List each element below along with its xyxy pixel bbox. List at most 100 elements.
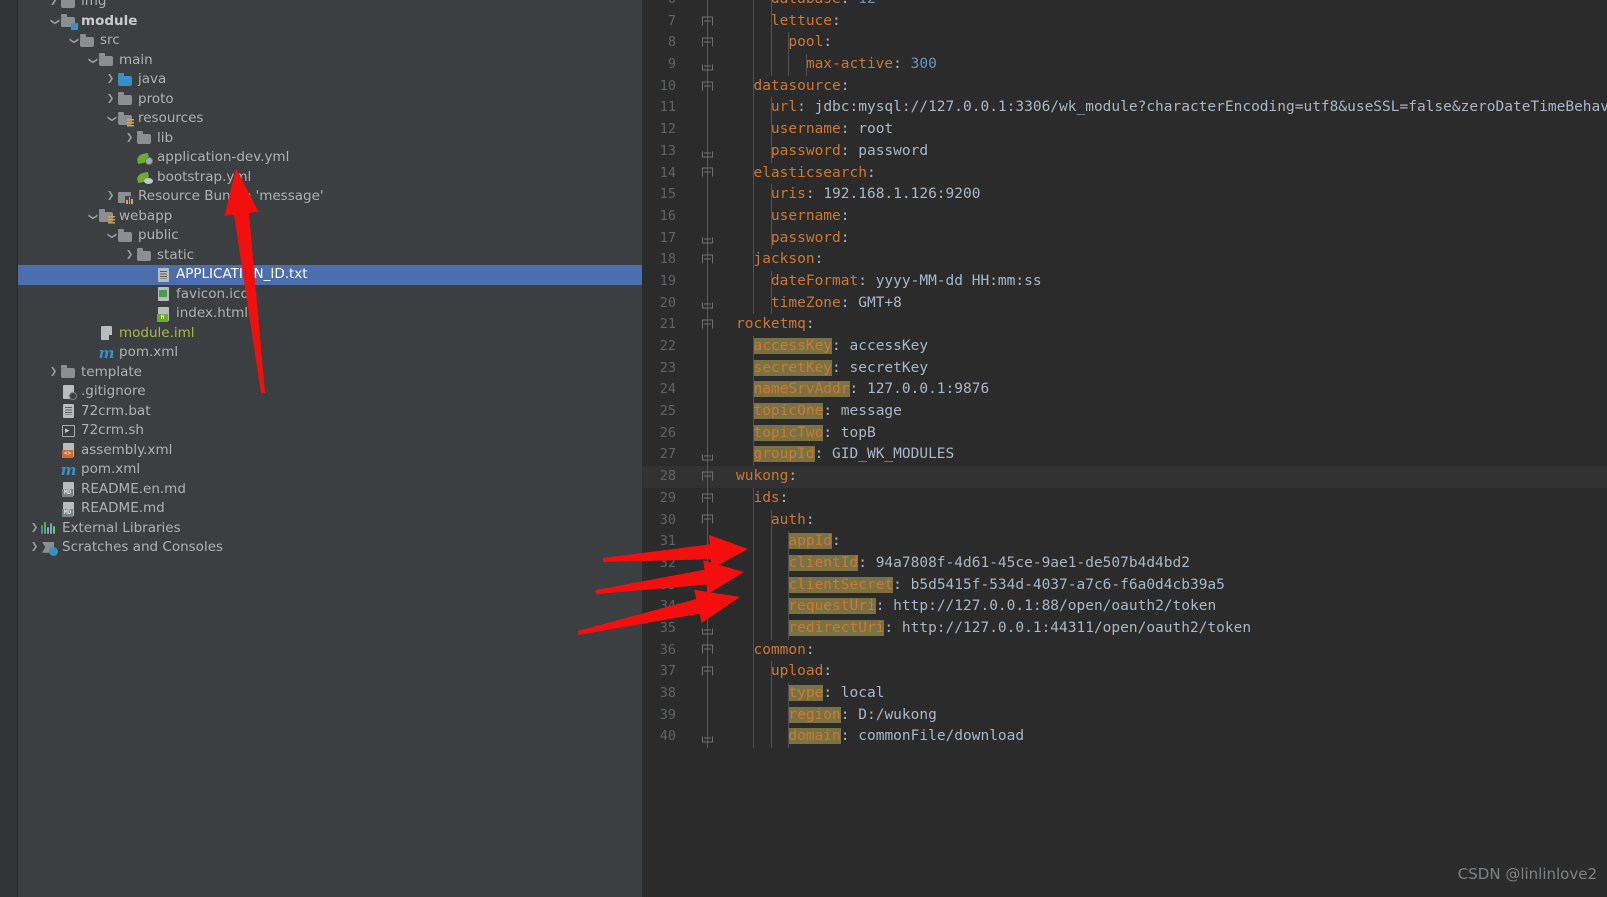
editor-line[interactable]: 28 wukong: [642, 466, 1607, 488]
editor-line[interactable]: 30 auth: [642, 509, 1607, 532]
fold-collapse-icon[interactable] [702, 167, 713, 179]
tree-row[interactable]: ❯ webapp [18, 207, 642, 227]
fold-end-icon[interactable] [702, 623, 713, 635]
editor-line-text[interactable]: lettuce: [736, 10, 1607, 33]
editor-line[interactable]: 40 domain: commonFile/download [642, 726, 1607, 749]
tree-row[interactable]: module.iml [18, 324, 642, 344]
editor-gutter[interactable] [684, 444, 736, 467]
tool-window-stripe[interactable] [0, 0, 18, 897]
editor-line-text[interactable]: secretKey: secretKey [736, 357, 1607, 380]
editor-line[interactable]: 11 url: jdbc:mysql://127.0.0.1:3306/wk_m… [642, 97, 1607, 120]
project-tree[interactable]: ❯ img ❯ module ❯ src ❯ main ❯ java ❯ proto ❯ resource… [18, 0, 642, 558]
tree-row[interactable]: ❯ module [18, 12, 642, 32]
editor-line-text[interactable]: upload: [736, 661, 1607, 683]
editor-gutter[interactable] [684, 552, 736, 575]
tree-row[interactable]: 72crm.bat [18, 402, 642, 422]
editor-line-text[interactable]: clientId: 94a7808f-4d61-45ce-9ae1-de507b… [736, 552, 1607, 575]
tree-row[interactable]: ❯ static [18, 246, 642, 266]
tree-row[interactable]: ❯ lib [18, 129, 642, 149]
chevron-right-icon[interactable]: ❯ [28, 538, 41, 558]
editor-line[interactable]: 18 jackson: [642, 249, 1607, 271]
editor-line-text[interactable]: username: root [736, 119, 1607, 141]
fold-collapse-icon[interactable] [702, 644, 713, 656]
tree-row[interactable]: application-dev.yml [18, 148, 642, 168]
tree-row[interactable]: bootstrap.yml [18, 168, 642, 188]
editor-line[interactable]: 25 topicOne: message [642, 401, 1607, 423]
tree-row-selected[interactable]: APPLICATION_ID.txt [18, 265, 642, 285]
tree-row[interactable]: ❯ main [18, 51, 642, 71]
fold-end-icon[interactable] [702, 59, 713, 71]
editor-line-text[interactable]: url: jdbc:mysql://127.0.0.1:3306/wk_modu… [736, 97, 1607, 120]
project-tool-window[interactable]: ❯ img ❯ module ❯ src ❯ main ❯ java ❯ proto ❯ resource… [18, 0, 642, 897]
editor-gutter[interactable] [684, 162, 736, 185]
editor-line[interactable]: 36 common: [642, 639, 1607, 662]
editor-line[interactable]: 34 requestUri: http://127.0.0.1:88/open/… [642, 596, 1607, 618]
tree-row[interactable]: 72crm.sh [18, 421, 642, 441]
editor-line[interactable]: 31 appId: [642, 531, 1607, 553]
editor-gutter[interactable] [684, 422, 736, 445]
editor-gutter[interactable] [684, 184, 736, 206]
tree-row[interactable]: <> assembly.xml [18, 441, 642, 461]
editor-gutter[interactable] [684, 0, 736, 11]
editor-line-text[interactable]: domain: commonFile/download [736, 726, 1607, 749]
editor-line-text[interactable]: accessKey: accessKey [736, 336, 1607, 358]
editor-line[interactable]: 23 secretKey: secretKey [642, 357, 1607, 380]
editor-line-text[interactable]: max-active: 300 [736, 54, 1607, 76]
editor-gutter[interactable] [684, 119, 736, 141]
fold-collapse-icon[interactable] [702, 16, 713, 27]
editor-gutter[interactable] [684, 205, 736, 228]
editor-gutter[interactable] [684, 574, 736, 597]
editor-line-text[interactable]: region: D:/wukong [736, 704, 1607, 727]
fold-collapse-icon[interactable] [702, 254, 713, 266]
code-editor[interactable]: 6 database: 127 lettuce:8 pool:9 max-act… [642, 0, 1607, 897]
editor-gutter[interactable] [684, 704, 736, 727]
tree-row[interactable]: Hindex.html [18, 304, 642, 324]
editor-gutter[interactable] [684, 531, 736, 553]
fold-collapse-icon[interactable] [702, 514, 713, 526]
editor-line[interactable]: 20 timeZone: GMT+8 [642, 292, 1607, 315]
editor-gutter[interactable] [684, 97, 736, 120]
editor-line[interactable]: 38 type: local [642, 683, 1607, 705]
editor-gutter[interactable] [684, 509, 736, 532]
tree-row[interactable]: ❯ java [18, 70, 642, 90]
editor-line[interactable]: 39 region: D:/wukong [642, 704, 1607, 727]
editor-line-text[interactable]: timeZone: GMT+8 [736, 292, 1607, 315]
tree-row[interactable]: ❯ public [18, 226, 642, 246]
editor-gutter[interactable] [684, 661, 736, 683]
editor-lines[interactable]: 6 database: 127 lettuce:8 pool:9 max-act… [642, 0, 1607, 749]
editor-line[interactable]: 37 upload: [642, 661, 1607, 683]
editor-gutter[interactable] [684, 639, 736, 662]
chevron-right-icon[interactable]: ❯ [104, 187, 117, 207]
fold-end-icon[interactable] [702, 732, 713, 743]
editor-line-text[interactable]: dateFormat: yyyy-MM-dd HH:mm:ss [736, 270, 1607, 293]
editor-line[interactable]: 14 elasticsearch: [642, 162, 1607, 185]
tree-row[interactable]: ❯ src [18, 31, 642, 51]
editor-line-text[interactable]: ids: [736, 487, 1607, 510]
editor-line[interactable]: 29 ids: [642, 487, 1607, 510]
editor-line-text[interactable]: wukong: [736, 466, 1607, 488]
fold-collapse-icon[interactable] [702, 493, 713, 504]
editor-line[interactable]: 24 nameSrvAddr: 127.0.0.1:9876 [642, 379, 1607, 402]
editor-gutter[interactable] [684, 487, 736, 510]
editor-line-text[interactable]: common: [736, 639, 1607, 662]
editor-line[interactable]: 21 rocketmq: [642, 314, 1607, 336]
editor-line[interactable]: 16 username: [642, 205, 1607, 228]
editor-gutter[interactable] [684, 683, 736, 705]
editor-line[interactable]: 10 datasource: [642, 75, 1607, 98]
editor-line-text[interactable]: database: 12 [736, 0, 1607, 11]
fold-collapse-icon[interactable] [702, 471, 713, 482]
tree-row[interactable]: ❯ resources [18, 109, 642, 129]
editor-line-text[interactable]: password: password [736, 140, 1607, 163]
editor-line[interactable]: 19 dateFormat: yyyy-MM-dd HH:mm:ss [642, 270, 1607, 293]
fold-end-icon[interactable] [702, 450, 713, 461]
editor-gutter[interactable] [684, 227, 736, 250]
editor-line[interactable]: 7 lettuce: [642, 10, 1607, 33]
editor-line[interactable]: 9 max-active: 300 [642, 54, 1607, 76]
chevron-right-icon[interactable]: ❯ [104, 70, 117, 90]
editor-line-text[interactable]: clientSecret: b5d5415f-534d-4037-a7c6-f6… [736, 574, 1607, 597]
editor-line-text[interactable]: uris: 192.168.1.126:9200 [736, 184, 1607, 206]
editor-gutter[interactable] [684, 10, 736, 33]
editor-gutter[interactable] [684, 140, 736, 163]
fold-end-icon[interactable] [702, 146, 713, 158]
editor-line-text[interactable]: nameSrvAddr: 127.0.0.1:9876 [736, 379, 1607, 402]
